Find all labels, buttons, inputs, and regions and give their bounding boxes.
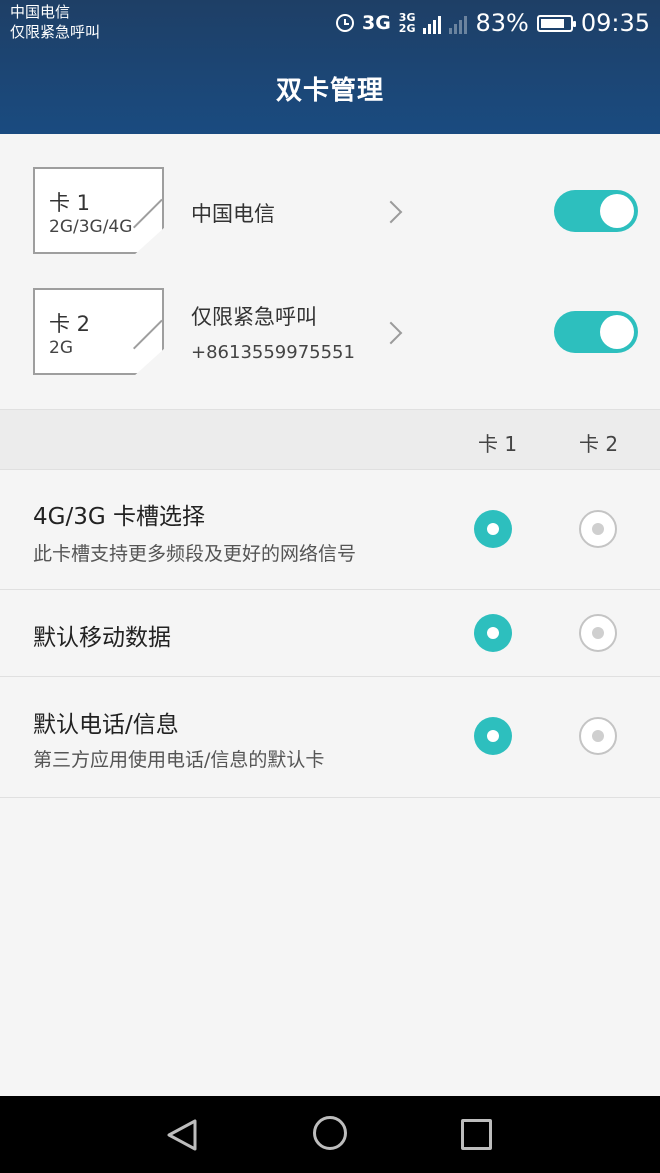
navigation-bar — [0, 1096, 660, 1173]
chevron-right-icon[interactable] — [379, 321, 403, 345]
sim-card-icon: 卡 2 2G — [33, 288, 164, 375]
battery-fill — [540, 18, 564, 28]
sim-type: 2G/3G/4G — [49, 217, 133, 237]
setting-title: 默认移动数据 — [33, 625, 171, 651]
radio-card1[interactable] — [474, 510, 512, 548]
column-card1: 卡 1 — [478, 432, 518, 456]
sim-name: 卡 2 — [49, 312, 91, 336]
radio-card2[interactable] — [579, 614, 617, 652]
setting-default-call[interactable]: 默认电话/信息 第三方应用使用电话/信息的默认卡 — [0, 677, 660, 798]
setting-title: 默认电话/信息 — [33, 712, 179, 738]
sim2-phone-number: +8613559975551 — [191, 342, 355, 363]
chevron-right-icon[interactable] — [379, 200, 403, 224]
setting-title: 4G/3G 卡槽选择 — [33, 504, 205, 530]
page-title: 双卡管理 — [275, 76, 384, 106]
radio-card2[interactable] — [579, 717, 617, 755]
radio-card1[interactable] — [474, 614, 512, 652]
sim-carrier[interactable]: 中国电信 — [191, 198, 275, 228]
signal-icon — [423, 12, 442, 34]
toggle-knob — [600, 315, 634, 349]
sim-card-icon: 卡 1 2G/3G/4G — [33, 167, 164, 254]
status-carrier: 中国电信 仅限紧急呼叫 — [10, 2, 100, 42]
recent-apps-icon[interactable] — [461, 1119, 492, 1150]
radio-card2[interactable] — [579, 510, 617, 548]
sim2-toggle[interactable] — [554, 311, 638, 353]
sim-name: 卡 1 — [49, 191, 91, 215]
home-icon[interactable] — [313, 1116, 347, 1150]
network-small-bottom: 2G — [398, 22, 416, 35]
battery-icon — [536, 14, 576, 32]
clock: 09:35 — [580, 9, 650, 37]
radio-card1[interactable] — [474, 717, 512, 755]
network-type: 3G — [361, 12, 391, 34]
column-header: 卡 1 卡 2 — [0, 409, 660, 470]
sim-carrier[interactable]: 仅限紧急呼叫 — [191, 301, 317, 331]
carrier-line2: 仅限紧急呼叫 — [10, 23, 101, 41]
setting-subtitle: 此卡槽支持更多频段及更好的网络信号 — [33, 543, 357, 565]
carrier-line1: 中国电信 — [10, 3, 71, 21]
network-small: 3G 2G — [399, 12, 416, 34]
sim-row-1: 卡 1 2G/3G/4G 中国电信 — [0, 134, 660, 254]
sim1-toggle[interactable] — [554, 190, 638, 232]
status-icons: 3G 3G 2G 83% 09:35 — [335, 6, 650, 40]
battery-percent: 83% — [475, 9, 529, 37]
app-header: 中国电信 仅限紧急呼叫 3G 3G 2G 83% 09:35 双卡管理 — [0, 0, 660, 134]
setting-4g-slot[interactable]: 4G/3G 卡槽选择 此卡槽支持更多频段及更好的网络信号 — [0, 469, 660, 590]
setting-default-data[interactable]: 默认移动数据 — [0, 590, 660, 677]
setting-subtitle: 第三方应用使用电话/信息的默认卡 — [33, 749, 325, 771]
back-icon[interactable] — [165, 1118, 199, 1152]
toggle-knob — [600, 194, 634, 228]
alarm-icon — [335, 14, 354, 32]
signal-empty-icon — [449, 12, 468, 34]
sim-type: 2G — [49, 338, 73, 358]
column-card2: 卡 2 — [579, 432, 619, 456]
